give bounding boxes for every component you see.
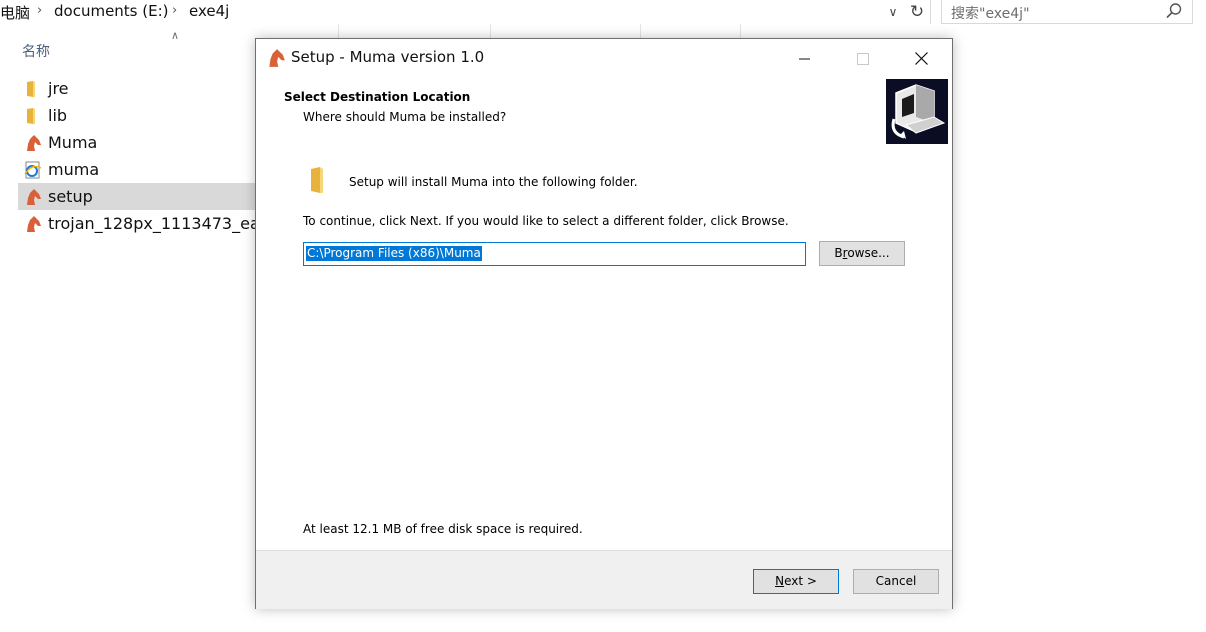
list-item[interactable]: jre	[18, 75, 278, 102]
horse-app-icon	[27, 189, 41, 205]
file-name: setup	[48, 187, 93, 206]
address-bar[interactable]: 电脑 › documents (E:) › exe4j ∨ ↻	[0, 0, 930, 24]
list-item[interactable]: trojan_128px_1113473_easyi	[18, 210, 282, 237]
list-item[interactable]: Muma	[18, 129, 278, 156]
column-header-name[interactable]: 名称	[22, 41, 50, 61]
close-icon	[914, 52, 928, 65]
install-path-value: C:\Program Files (x86)\Muma	[306, 246, 482, 261]
search-icon[interactable]	[1165, 2, 1183, 20]
file-name: jre	[48, 79, 69, 98]
browse-label-suffix: owse...	[847, 246, 890, 260]
install-message: Setup will install Muma into the followi…	[349, 175, 638, 189]
breadcrumb-this-pc[interactable]: 电脑	[0, 2, 30, 23]
file-name: muma	[48, 160, 100, 179]
wizard-image	[886, 79, 948, 144]
list-item[interactable]: muma	[18, 156, 278, 183]
setup-dialog: Setup - Muma version 1.0 Select Destinat…	[255, 38, 953, 609]
dialog-footer: Next > Cancel	[256, 550, 952, 609]
breadcrumb-exe4j[interactable]: exe4j	[189, 2, 229, 20]
minimize-icon	[799, 58, 810, 59]
disk-space-message: At least 12.1 MB of free disk space is r…	[303, 522, 583, 536]
file-name: trojan_128px_1113473_easyi	[48, 214, 282, 233]
horse-app-icon	[269, 49, 285, 67]
title-bar[interactable]: Setup - Muma version 1.0	[256, 39, 952, 77]
maximize-icon	[857, 52, 869, 65]
folder-icon	[311, 167, 323, 193]
page-title: Select Destination Location	[284, 90, 471, 104]
chevron-right-icon[interactable]: ›	[37, 3, 42, 18]
continue-message: To continue, click Next. If you would li…	[303, 214, 789, 228]
install-path-input[interactable]: C:\Program Files (x86)\Muma	[303, 242, 806, 266]
next-button[interactable]: Next >	[753, 569, 839, 594]
cancel-button[interactable]: Cancel	[853, 569, 939, 594]
horse-app-icon	[27, 135, 41, 151]
next-label-access-key: N	[775, 574, 785, 588]
search-input[interactable]: 搜索"exe4j"	[941, 0, 1193, 24]
folder-icon	[27, 108, 35, 124]
file-name: Muma	[48, 133, 98, 152]
horse-app-icon	[27, 216, 41, 232]
search-placeholder: 搜索"exe4j"	[951, 6, 1030, 22]
maximize-button	[840, 39, 886, 77]
next-label-suffix: ext >	[784, 574, 817, 588]
installer-computer-icon	[891, 84, 946, 139]
folder-icon	[27, 81, 35, 97]
breadcrumb-documents[interactable]: documents (E:)	[54, 2, 169, 20]
window-title: Setup - Muma version 1.0	[291, 48, 485, 66]
file-name: lib	[48, 106, 68, 125]
minimize-button[interactable]	[782, 39, 828, 77]
ie-document-icon	[24, 161, 42, 179]
chevron-down-icon[interactable]: ∨	[884, 2, 902, 22]
list-item[interactable]: lib	[18, 102, 278, 129]
divider	[930, 0, 931, 24]
refresh-icon[interactable]: ↻	[905, 0, 929, 24]
chevron-right-icon[interactable]: ›	[172, 3, 177, 18]
browse-button[interactable]: Browse...	[819, 241, 905, 266]
list-item-selected[interactable]: setup	[18, 183, 278, 210]
sort-ascending-icon: ∧	[171, 29, 180, 42]
page-subtitle: Where should Muma be installed?	[303, 110, 507, 124]
browse-label-prefix: B	[834, 246, 843, 260]
close-button[interactable]	[898, 39, 944, 77]
